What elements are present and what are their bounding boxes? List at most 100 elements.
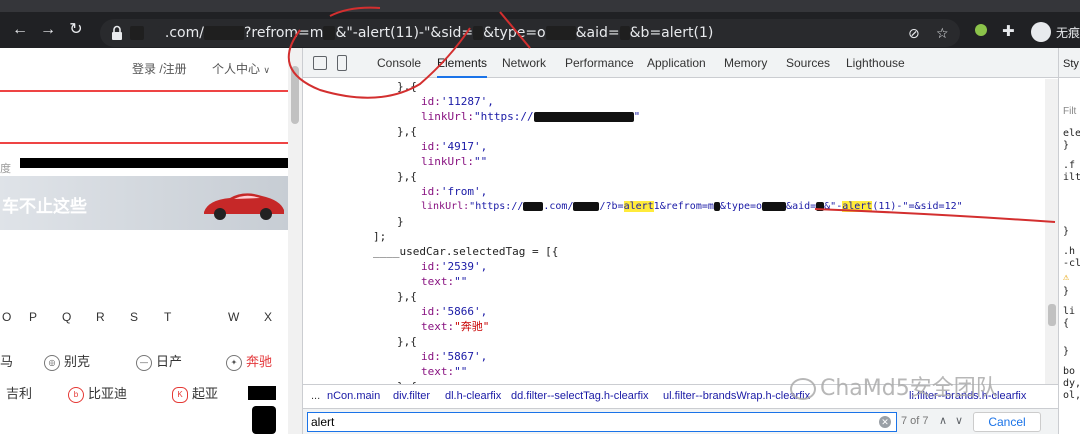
screenshot-root: ← → ↻ .com/?refrom=m &"-alert(11)-"&sid= &… — [0, 0, 1080, 434]
page-scrollbar[interactable] — [288, 48, 302, 434]
letter-index-item[interactable]: O — [2, 310, 11, 324]
brand-item[interactable]: 吉利 — [6, 383, 32, 402]
code-key: linkUrl: — [421, 155, 474, 168]
code-line: text:"" — [421, 364, 467, 379]
breadcrumb-item[interactable]: div.filter — [393, 390, 430, 402]
forward-icon[interactable]: → — [38, 20, 58, 40]
scrollbar-thumb[interactable] — [291, 66, 299, 124]
nissan-icon: — — [136, 354, 152, 371]
tab-performance[interactable]: Performance — [565, 48, 634, 78]
cancel-button[interactable]: Cancel — [973, 412, 1041, 432]
breadcrumb-item[interactable]: dd.filter--selectTag.h-clearfix — [511, 390, 649, 402]
back-icon[interactable]: ← — [10, 20, 30, 40]
code-key: text: — [421, 320, 455, 333]
web-page: 登录 /注册 个人中心 ∨ 度 车不止这些 O P Q R S T W X 马 … — [0, 48, 288, 434]
code-value: 1&refrom=m — [653, 201, 714, 212]
letter-index-item[interactable]: Q — [62, 310, 71, 324]
brand-item[interactable]: ◎ 别克 — [44, 351, 90, 371]
tab-lighthouse[interactable]: Lighthouse — [846, 48, 905, 78]
inspect-element-icon[interactable] — [313, 56, 327, 70]
source-scrollbar[interactable] — [1045, 79, 1059, 384]
tab-memory[interactable]: Memory — [724, 48, 767, 78]
tab-elements[interactable]: Elements — [437, 48, 488, 78]
letter-index-item[interactable]: S — [130, 310, 138, 324]
url-query: ?refrom=m — [243, 25, 324, 41]
puzzle-icon[interactable]: ✚ — [1002, 23, 1015, 41]
tab-console[interactable]: Console — [377, 48, 421, 78]
code-line: ]; — [373, 230, 387, 243]
url-param-type: &type=o — [483, 25, 546, 41]
code-value: "" — [473, 155, 488, 168]
find-input[interactable] — [307, 412, 897, 432]
code-line: ____usedCar.selectedTag = [{ — [373, 245, 559, 258]
eye-off-icon[interactable]: ⊘ — [908, 25, 920, 41]
letter-index-item[interactable]: X — [264, 310, 272, 324]
letter-index-item[interactable]: W — [228, 310, 239, 324]
promo-banner[interactable]: 车不止这些 — [0, 176, 288, 230]
chevron-up-icon[interactable]: ∧ — [939, 414, 947, 427]
code-value: /?b= — [599, 201, 624, 212]
brand-item[interactable]: — 日产 — [136, 351, 182, 371]
brand-item[interactable]: 马 — [0, 351, 13, 370]
star-icon[interactable]: ☆ — [936, 25, 949, 41]
styles-filter[interactable]: Filt — [1063, 106, 1076, 118]
wechat-icon — [790, 378, 816, 400]
scrollbar-thumb[interactable] — [1048, 304, 1056, 326]
search-highlight: alert — [623, 201, 654, 212]
elements-source-view[interactable]: },{ id:'11287', linkUrl:"https://" },{ i… — [303, 79, 1045, 384]
brand-item[interactable]: ✦ 奔驰 — [226, 351, 272, 371]
brand-item[interactable]: K 起亚 — [172, 383, 218, 403]
style-line: dy, — [1063, 378, 1080, 389]
tab-network[interactable]: Network — [502, 48, 546, 78]
code-line: id:'2539', — [421, 259, 487, 274]
address-bar[interactable]: .com/ ?refrom=m &"-alert(11)-"&sid= &type=o… — [100, 19, 960, 47]
redacted-block — [148, 26, 161, 40]
byd-icon: b — [68, 386, 84, 403]
mercedes-icon: ✦ — [226, 354, 242, 371]
redacted-block — [573, 201, 600, 211]
redacted-block — [816, 201, 825, 211]
tab-sources[interactable]: Sources — [786, 48, 830, 78]
kia-icon: K — [172, 386, 188, 403]
clear-icon[interactable]: ✕ — [879, 416, 891, 428]
tab-styles[interactable]: Sty — [1063, 58, 1079, 70]
code-line: id:'11287', — [421, 94, 494, 109]
letter-index-item[interactable]: T — [164, 310, 171, 324]
breadcrumb-item[interactable]: ... — [311, 390, 320, 402]
code-value: "https:// — [473, 110, 534, 123]
incognito-label: 无痕 — [1056, 26, 1080, 40]
code-line: },{ — [397, 170, 417, 183]
divider — [0, 90, 288, 92]
url-param-b: &b=alert(1) — [629, 25, 714, 41]
redaction-bar — [252, 406, 276, 434]
breadcrumb-item[interactable]: ul.filter--brandsWrap.h-clearfix — [663, 390, 810, 402]
login-link[interactable]: 登录 /注册 — [132, 60, 187, 77]
tab-strip — [0, 0, 1080, 12]
code-value: (11)-"=&sid=12" — [872, 201, 963, 212]
style-line: } — [1063, 286, 1070, 297]
warning-icon: ⚠ — [1063, 272, 1070, 283]
chevron-down-icon: ∨ — [263, 65, 270, 75]
extension-icon[interactable] — [974, 23, 988, 42]
user-center-link[interactable]: 个人中心 ∨ — [212, 60, 270, 77]
watermark-text: ChaMd5安全团队 — [820, 376, 998, 401]
match-count: 7 of 7 — [901, 415, 929, 427]
code-line: id:'4917', — [421, 139, 487, 154]
breadcrumb-item[interactable]: nCon.main — [327, 390, 380, 402]
letter-index-item[interactable]: P — [29, 310, 37, 324]
code-line: },{ — [397, 125, 417, 138]
device-toolbar-icon[interactable] — [337, 55, 347, 71]
brand-label: 比亚迪 — [88, 386, 128, 401]
style-line: .h — [1063, 246, 1076, 257]
brand-label: 日产 — [156, 354, 183, 369]
breadcrumb-item[interactable]: dl.h-clearfix — [445, 390, 501, 402]
reload-icon[interactable]: ↻ — [66, 20, 86, 40]
tab-application[interactable]: Application — [647, 48, 706, 78]
incognito-icon[interactable] — [1031, 22, 1051, 42]
code-value: &type=o — [719, 201, 763, 212]
chevron-down-icon[interactable]: ∨ — [955, 414, 963, 427]
redacted-block — [130, 26, 144, 40]
code-value: 'from', — [440, 185, 488, 198]
brand-item[interactable]: b 比亚迪 — [68, 383, 127, 403]
letter-index-item[interactable]: R — [96, 310, 105, 324]
